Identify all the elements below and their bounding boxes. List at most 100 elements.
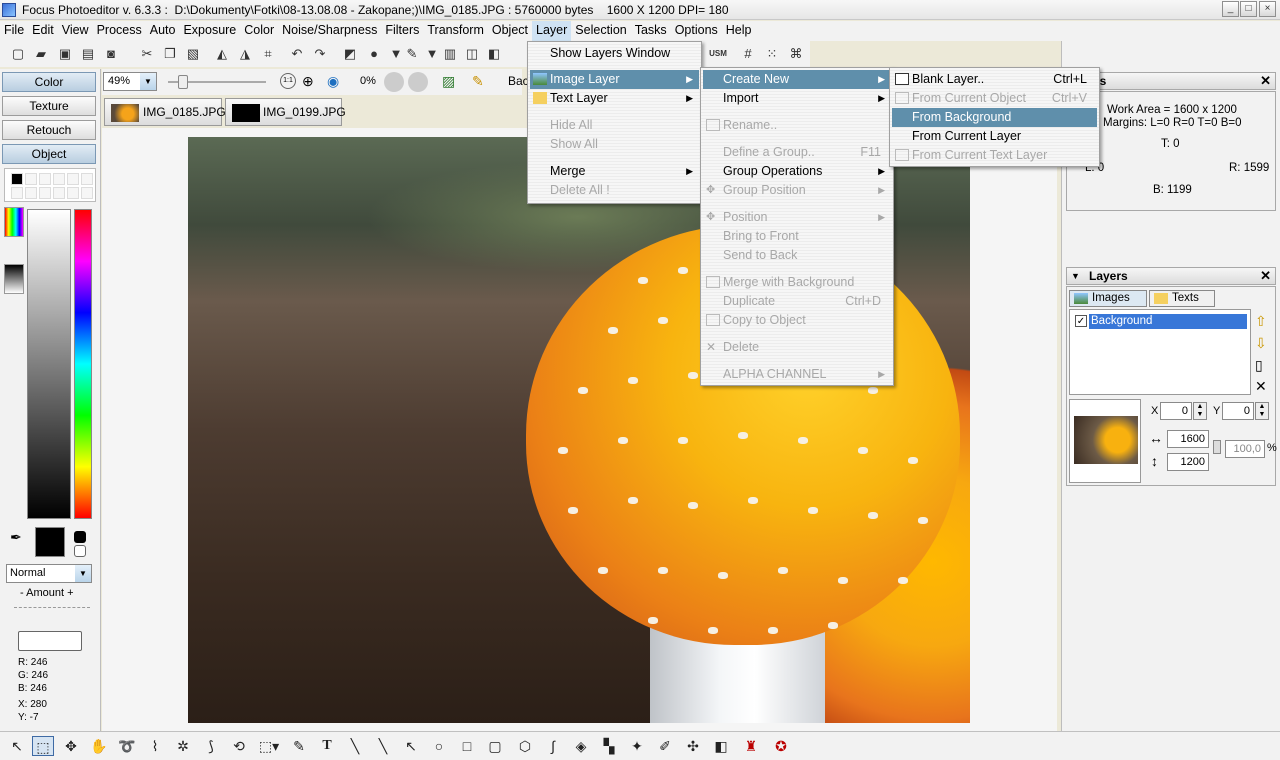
menu-edit[interactable]: Edit [28,21,58,41]
pointer-tool-icon[interactable]: ↖ [6,736,28,756]
magic-wand-tool-icon[interactable]: ✲ [172,736,194,756]
swatch[interactable] [25,187,37,199]
freehand-select-icon[interactable]: ⟆ [200,736,222,756]
menu-item-show-layers-window[interactable]: Show Layers Window [530,44,699,63]
close-icon[interactable]: ✕ [1260,73,1271,89]
menu-help[interactable]: Help [722,21,756,41]
object-button[interactable]: Object [2,144,96,164]
layer-width-input[interactable]: 1600 [1167,430,1209,448]
swatch[interactable] [81,187,93,199]
pipette-tool-icon[interactable]: ✎ [288,736,310,756]
rounded-rect-tool-icon[interactable]: ▢ [484,736,506,756]
eyedropper-icon[interactable]: ✒ [10,529,22,546]
line-tool-icon[interactable]: ╲ [372,736,394,756]
close-file-icon[interactable]: ◙ [101,44,121,64]
close-icon[interactable]: ✕ [1260,268,1271,284]
blend-mode-dropdown-icon[interactable]: ▼ [75,565,91,582]
menu-item-from-current-layer[interactable]: From Current Layer [892,127,1097,146]
menu-item-text-layer[interactable]: Text Layer ▶ [530,89,699,108]
marquee-options-icon[interactable]: ⬚▾ [258,736,280,756]
dropdown-arrow-icon[interactable]: ▼ [422,44,442,64]
menu-item-image-layer[interactable]: Image Layer ▶ [530,70,699,89]
flip-horizontal-icon[interactable]: ◭ [212,44,232,64]
prev-image-icon[interactable] [384,72,404,92]
layer-height-input[interactable]: 1200 [1167,453,1209,471]
menu-item-group-operations[interactable]: Group Operations ▶ [703,162,891,181]
flip-vertical-icon[interactable]: ◮ [235,44,255,64]
save-as-icon[interactable]: ▤ [78,44,98,64]
move-layer-down-icon[interactable]: ⇩ [1255,335,1267,352]
background-mini-swatch[interactable] [74,545,86,557]
paste-icon[interactable]: ▧ [183,44,203,64]
open-folder-icon[interactable]: ▰ [31,44,51,64]
swatch[interactable] [67,187,79,199]
cut-icon[interactable]: ✂ [137,44,157,64]
amount-slider[interactable] [14,602,90,608]
eye-icon[interactable]: ◉ [327,73,345,91]
layer-visibility-checkbox[interactable]: ✓ [1075,315,1087,327]
menu-item-from-background[interactable]: From Background [892,108,1097,127]
undo-icon[interactable]: ↶ [287,44,307,64]
move-tool-icon[interactable]: ✥ [60,736,82,756]
histogram-icon[interactable]: ▥ [440,44,460,64]
clone-tool-icon[interactable]: ✣ [682,736,704,756]
menu-noise-sharpness[interactable]: Noise/Sharpness [278,21,381,41]
menu-auto[interactable]: Auto [146,21,180,41]
new-file-icon[interactable]: ▢ [8,44,28,64]
lock-ratio-icon[interactable] [1213,440,1221,454]
layer-scale-input[interactable]: 100,0 [1225,440,1265,458]
menu-file[interactable]: File [0,21,28,41]
rectangle-tool-icon[interactable]: □ [456,736,478,756]
move-layer-up-icon[interactable]: ⇧ [1255,313,1267,330]
rgb-icon[interactable]: ◧ [484,44,504,64]
tab-texts[interactable]: Texts [1149,290,1215,307]
swatch-black[interactable] [11,173,23,185]
menu-item-import[interactable]: Import ▶ [703,89,891,108]
minimize-button[interactable]: _ [1222,1,1239,17]
menu-exposure[interactable]: Exposure [179,21,240,41]
usm-icon[interactable]: USM [708,44,728,64]
magic-lasso-tool-icon[interactable]: ⌇ [144,736,166,756]
menu-transform[interactable]: Transform [423,21,488,41]
new-layer-icon[interactable]: ▯ [1255,357,1263,374]
brush-tool-icon[interactable]: ✐ [654,736,676,756]
menu-object[interactable]: Object [488,21,532,41]
red-eye-tool-icon[interactable]: ✪ [770,736,792,756]
edit-icon[interactable]: ✎ [472,73,490,91]
swatch[interactable] [25,173,37,185]
zoom-slider-handle[interactable] [178,75,188,89]
ellipse-tool-icon[interactable]: ○ [428,736,450,756]
tab-img-0199[interactable]: IMG_0199.JPG [225,98,346,126]
grayscale-mode-icon[interactable] [4,264,24,294]
zoom-dropdown-icon[interactable]: ▼ [140,73,156,90]
gradient-tool-icon[interactable]: ▚ [598,736,620,756]
delete-layer-icon[interactable]: ✕ [1255,378,1267,395]
curve-tool-icon[interactable]: ∫ [542,736,564,756]
grid-icon[interactable]: # [738,44,758,64]
brush-icon[interactable]: ✎ [402,44,422,64]
menu-filters[interactable]: Filters [381,21,423,41]
eraser-tool-icon[interactable]: ◧ [710,736,732,756]
crop-icon[interactable]: ⌗ [258,44,278,64]
maximize-button[interactable]: □ [1240,1,1257,17]
swatch[interactable] [53,173,65,185]
menu-item-create-new[interactable]: Create New ▶ [703,70,891,89]
polygon-tool-icon[interactable]: ⬡ [514,736,536,756]
swatch[interactable] [39,187,51,199]
save-icon[interactable]: ▣ [55,44,75,64]
layer-x-spinner[interactable]: ▲ ▼ [1193,402,1207,420]
ruler-icon[interactable]: ⌘ [786,44,806,64]
thick-line-tool-icon[interactable]: ╲ [344,736,366,756]
color-button[interactable]: Color [2,72,96,92]
tab-images[interactable]: Images [1069,290,1147,307]
swatch[interactable] [81,173,93,185]
texture-button[interactable]: Texture [2,96,96,116]
swatch[interactable] [67,173,79,185]
layer-y-spinner[interactable]: ▲ ▼ [1255,402,1269,420]
white-balance-icon[interactable]: ◫ [462,44,482,64]
rect-select-tool-icon[interactable]: ⬚ [32,736,54,756]
hand-tool-icon[interactable]: ✋ [88,736,110,756]
stamp-tool-icon[interactable]: ♜ [740,736,762,756]
fill-tool-icon[interactable]: ◈ [570,736,592,756]
text-tool-icon[interactable]: T [316,736,338,756]
